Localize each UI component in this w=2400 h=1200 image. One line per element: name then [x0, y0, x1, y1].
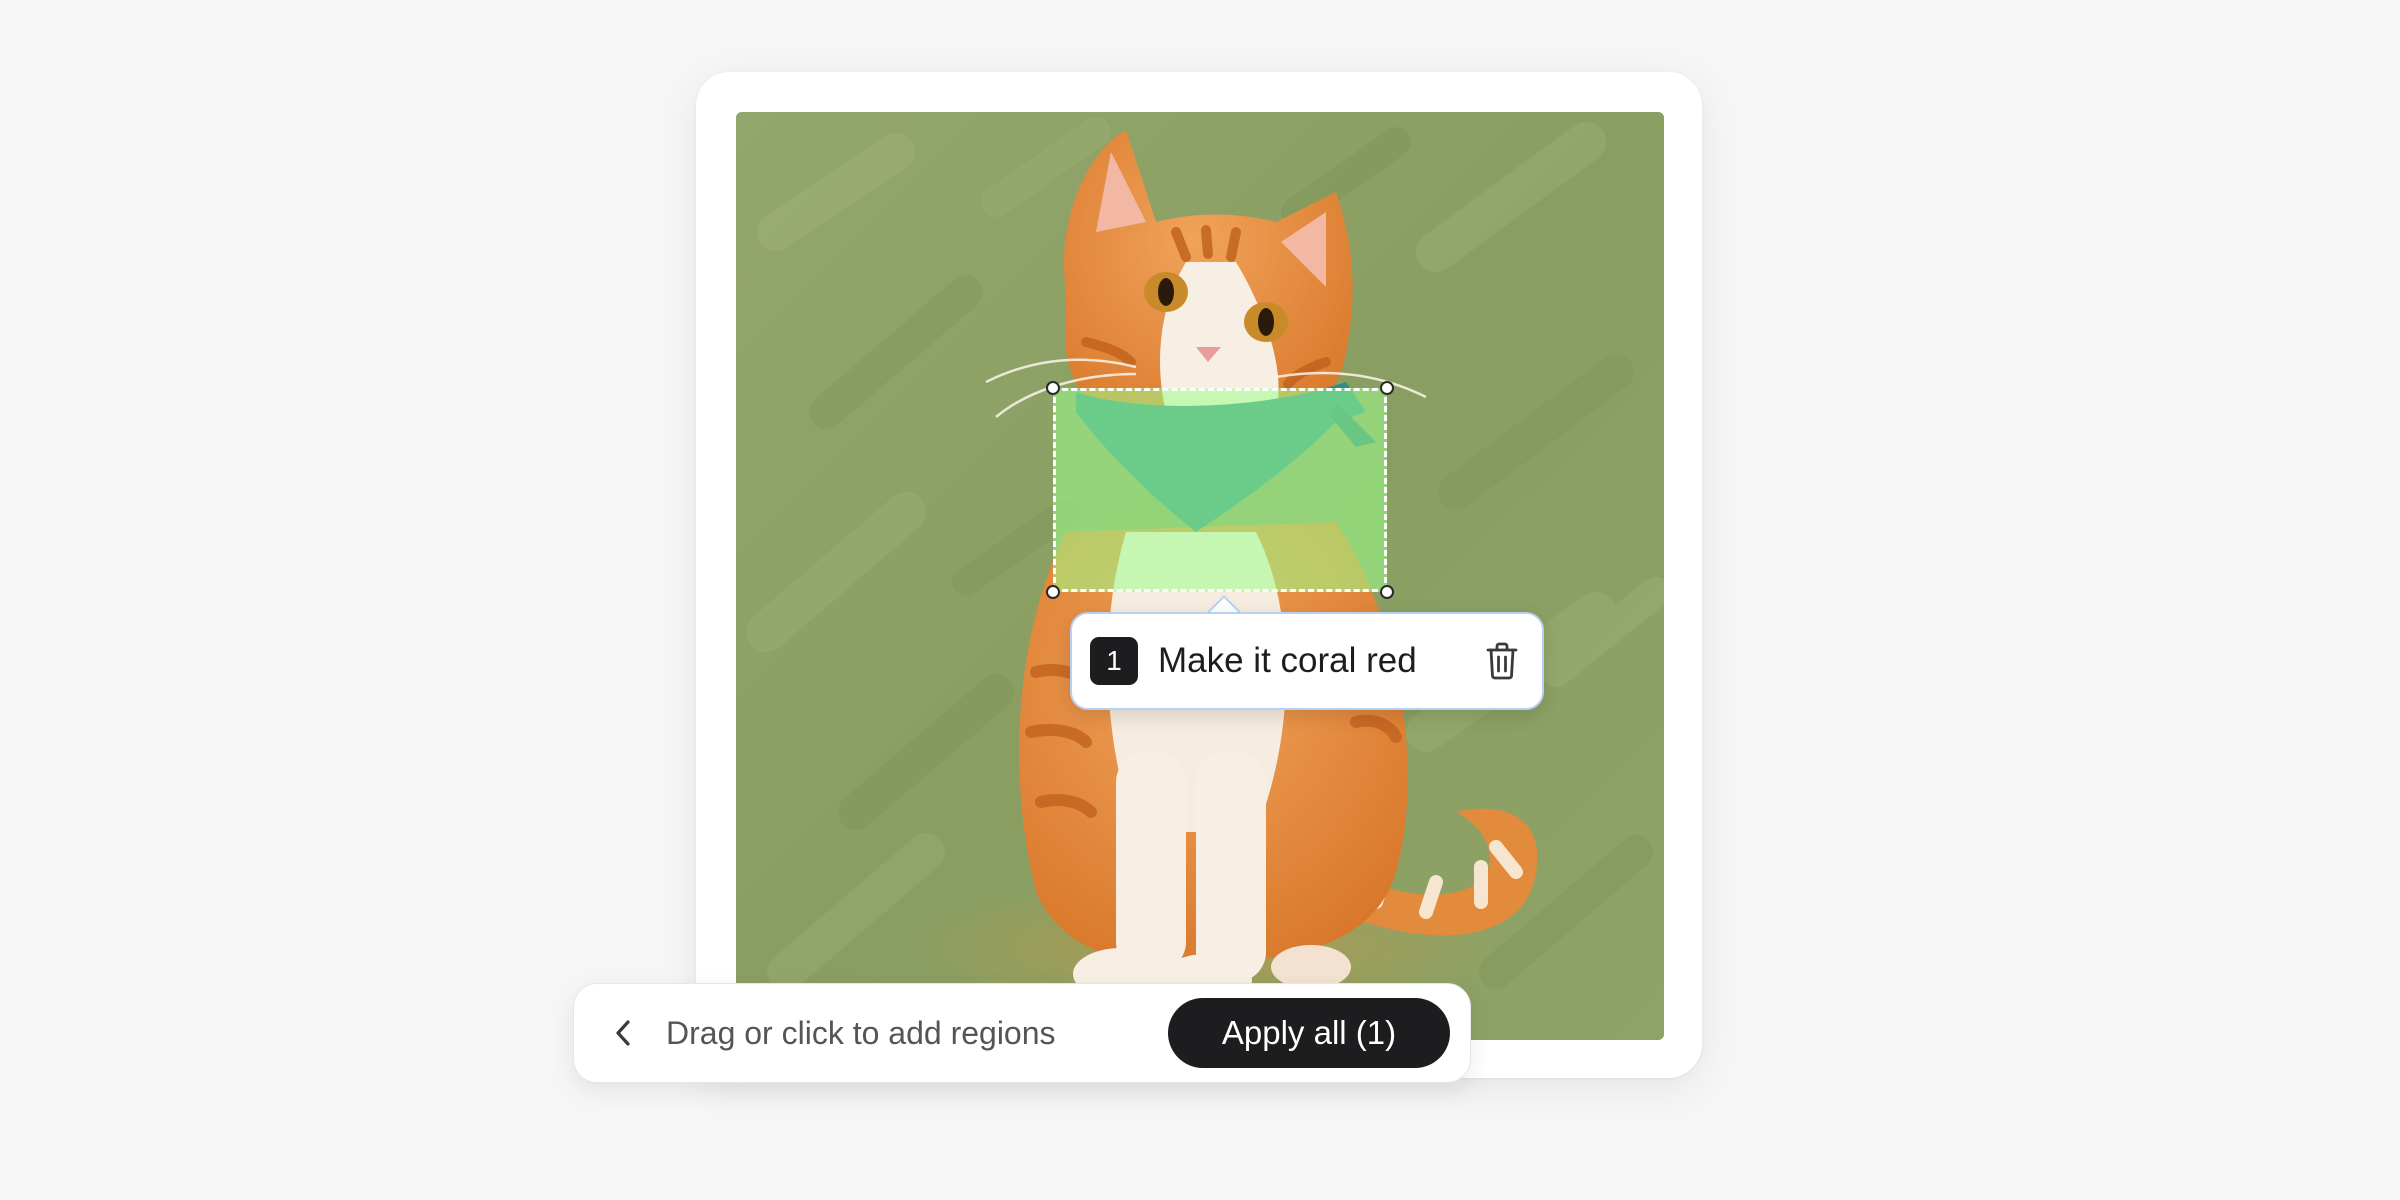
selection-region[interactable]: [1053, 388, 1387, 592]
delete-region-button[interactable]: [1476, 635, 1528, 687]
trash-icon: [1486, 642, 1518, 680]
resize-handle-top-left[interactable]: [1046, 381, 1060, 395]
bottom-toolbar: Drag or click to add regions Apply all (…: [573, 983, 1471, 1083]
resize-handle-top-right[interactable]: [1380, 381, 1394, 395]
region-number-badge: 1: [1090, 637, 1138, 685]
resize-handle-bottom-right[interactable]: [1380, 585, 1394, 599]
resize-handle-bottom-left[interactable]: [1046, 585, 1060, 599]
region-popover: 1 Make it coral red: [1070, 612, 1544, 710]
region-prompt-text[interactable]: Make it coral red: [1158, 641, 1476, 681]
back-button[interactable]: [596, 1005, 652, 1061]
apply-all-button[interactable]: Apply all (1): [1168, 998, 1450, 1068]
toolbar-hint-text: Drag or click to add regions: [666, 1014, 1056, 1051]
chevron-left-icon: [616, 1020, 630, 1046]
